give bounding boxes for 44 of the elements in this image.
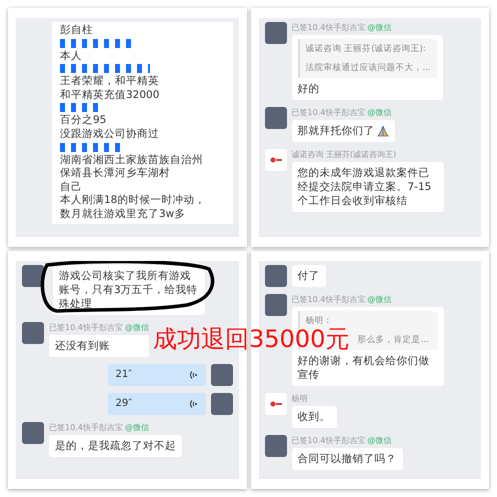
sender-name: 已签10.4快手彭吉宝 (292, 107, 366, 118)
message-bubble: 诚诺咨询 王丽芬(诚诺咨询王): 法院审核通过应该问题不大，... 好的 (292, 35, 443, 100)
voice-wave-icon (190, 398, 198, 408)
redacted-text (60, 142, 120, 152)
message-line: 彭自柱 (60, 24, 94, 38)
message-bubble: 那就拜托你们了 (292, 120, 394, 142)
message-line: 自己 (60, 180, 83, 194)
overlay-caption: 成功退回35000元 (153, 327, 350, 351)
message-bubble: 是的，是我疏忽了对不起 (49, 434, 182, 456)
logo-icon (270, 400, 282, 406)
sender-name: 已签10.4快手彭吉宝 (292, 22, 366, 33)
message-line: 没跟游戏公司协商过 (60, 128, 160, 142)
message-bubble: 游戏公司核实了我所有游戏账号，只有3万五千，给我特殊处理 (53, 264, 205, 314)
sender-name: 已签10.4快手彭吉宝 (49, 322, 123, 332)
message-line: 本人 (60, 50, 83, 64)
redacted-text (60, 103, 100, 112)
sender-name: 诚诺咨询 王丽芬(诚诺咨询王) (292, 149, 396, 160)
message-line: 本人刚满18的时候一时冲动， (60, 194, 206, 208)
sender-name: 已签10.4快手彭吉宝 (49, 422, 123, 432)
message-line: 王者荣耀，和平精英 (60, 75, 160, 89)
wechat-tag: @微信 (367, 434, 392, 446)
message-line: 湖南省湘西土家族苗族自治州 (60, 154, 204, 167)
sender-name: 杨明 (292, 392, 308, 404)
wechat-tag: @微信 (124, 422, 149, 432)
wechat-tag: @微信 (367, 294, 392, 304)
voice-message[interactable]: 29″ (108, 392, 206, 414)
sender-name: 已签10.4快手彭吉宝 (292, 294, 366, 304)
message-bubble: 付了 (292, 264, 326, 286)
wechat-tag: @微信 (367, 22, 392, 33)
message-bubble: 收到。 (292, 406, 336, 428)
quoted-message: 诚诺咨询 王丽芬(诚诺咨询王): 法院审核通过应该问题不大，... (298, 39, 437, 78)
voice-wave-icon (190, 370, 198, 380)
message-line: 数月就往游戏里充了3w多 (60, 208, 186, 222)
message-line: 百分之95 (60, 114, 108, 128)
message-line: 保靖县长潭河乡车湖村 (60, 167, 171, 181)
message-line: 和平精英充值32000 (60, 88, 160, 102)
logo-icon (270, 157, 282, 163)
wechat-tag: @微信 (367, 107, 392, 118)
wechat-tag: @微信 (124, 322, 149, 332)
sender-name: 已签10.4快手彭吉宝 (292, 434, 366, 446)
voice-message[interactable]: 21″ (108, 364, 206, 386)
message-bubble: 合同可以撤销了吗？ (292, 448, 402, 470)
message-bubble: 您的未成年游戏退款案件已经提交法院申请立案。7-15个工作日会收到审核结 (292, 162, 444, 212)
message-bubble: 还没有到账 (49, 334, 149, 356)
